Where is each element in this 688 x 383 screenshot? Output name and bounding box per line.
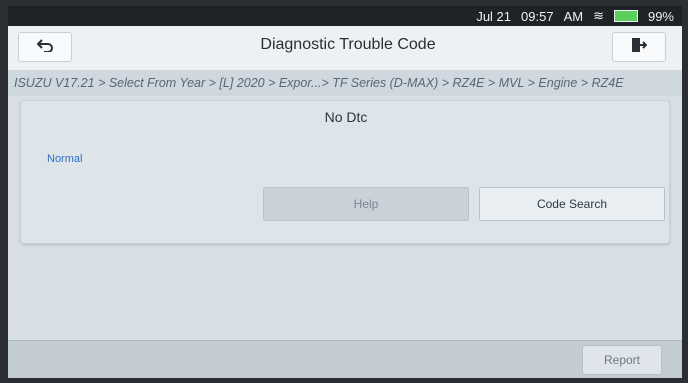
exit-icon — [631, 36, 648, 59]
back-button[interactable] — [18, 32, 72, 62]
report-button[interactable]: Report — [582, 345, 662, 375]
wifi-icon: ≋ — [593, 8, 604, 23]
help-button[interactable]: Help — [263, 187, 469, 221]
back-arrow-icon — [36, 38, 54, 57]
page-title: Diagnostic Trouble Code — [260, 36, 436, 53]
battery-icon — [613, 10, 638, 22]
exit-button[interactable] — [612, 32, 666, 62]
footer-bar: Report — [8, 340, 682, 378]
no-dtc-message: No Dtc — [324, 109, 368, 125]
code-search-button[interactable]: Code Search — [479, 187, 665, 221]
breadcrumb: ISUZU V17.21 > Select From Year > [L] 20… — [8, 70, 682, 96]
dtc-result-panel: No Dtc Normal Help Code Search — [20, 100, 670, 244]
status-time: 09:57 — [521, 8, 554, 24]
status-bar: Jul 21 09:57 AM ≋ 99% — [8, 6, 682, 26]
battery-percent: 99% — [647, 8, 674, 24]
screen: Jul 21 09:57 AM ≋ 99% Diagnostic Trouble… — [8, 6, 682, 378]
status-ampm: AM — [563, 8, 584, 24]
top-bar: Diagnostic Trouble Code — [8, 26, 682, 71]
status-normal-label: Normal — [47, 153, 83, 165]
status-date: Jul 21 — [476, 8, 512, 24]
